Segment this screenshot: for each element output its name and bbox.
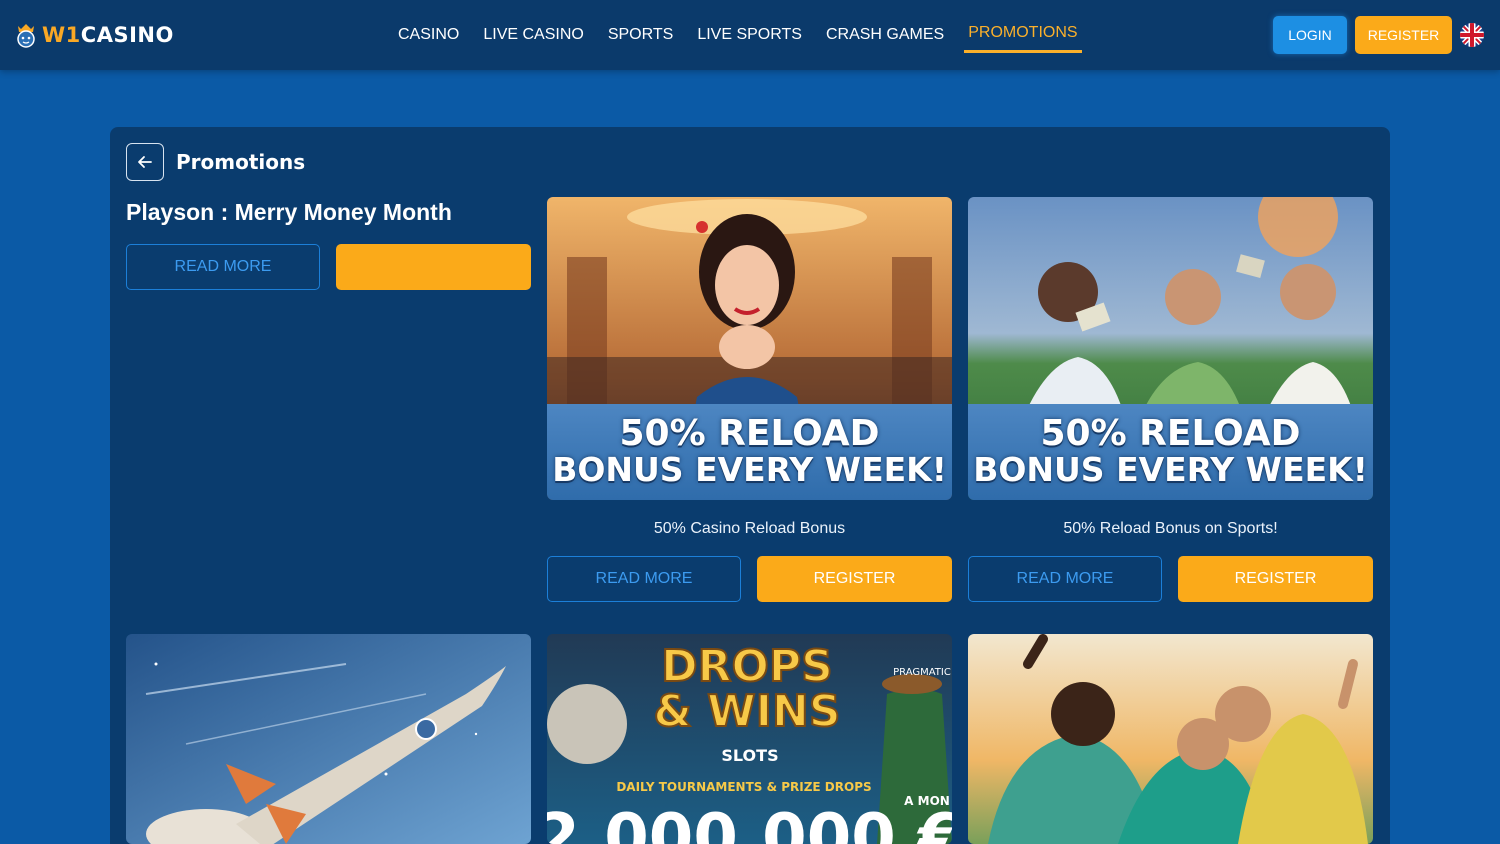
drops-wins-illustration: DROPS & WINS SLOTS DAILY TOURNAMENTS & P… <box>547 634 952 844</box>
sports-reload-read-more-button[interactable]: READ MORE <box>968 556 1162 602</box>
logo-casino: CASINO <box>80 23 174 47</box>
featured-promo-title: Playson : Merry Money Month <box>126 199 452 225</box>
site-logo[interactable]: W1CASINO <box>14 20 174 50</box>
nav-sports[interactable]: SPORTS <box>596 0 686 70</box>
logo-w1: W1 <box>42 23 81 47</box>
drops-tagline: DAILY TOURNAMENTS & PRIZE DROPS <box>616 780 871 794</box>
page-title: Promotions <box>176 150 306 174</box>
featured-register-button[interactable] <box>336 244 531 290</box>
sports-reload-caption: 50% Reload Bonus on Sports! <box>1063 520 1278 537</box>
rocket-promo-banner[interactable] <box>126 634 531 844</box>
drops-subtitle: SLOTS <box>721 746 778 765</box>
banner-text: 50% RELOAD BONUS EVERY WEEK! <box>968 404 1373 500</box>
main-nav: CASINO LIVE CASINO SPORTS LIVE SPORTS CR… <box>386 0 1090 70</box>
nav-live-sports-label: LIVE SPORTS <box>697 26 802 43</box>
drops-title-line2: & WINS <box>653 686 840 737</box>
back-button[interactable] <box>126 143 164 181</box>
drops-amount: 2,000,000 € <box>547 801 952 844</box>
drops-title-line1: DROPS <box>661 641 833 692</box>
banner-line1: 50% RELOAD <box>1040 413 1301 454</box>
banner-line1: 50% RELOAD <box>619 413 880 454</box>
casino-reload-banner[interactable]: 50% RELOAD BONUS EVERY WEEK! <box>547 197 952 500</box>
nav-live-sports[interactable]: LIVE SPORTS <box>685 0 814 70</box>
nav-crash-games[interactable]: CRASH GAMES <box>814 0 956 70</box>
nav-promotions[interactable]: PROMOTIONS <box>956 0 1089 70</box>
sports-fans-promo-banner[interactable] <box>968 634 1373 844</box>
nav-live-casino[interactable]: LIVE CASINO <box>471 0 595 70</box>
nav-promotions-label: PROMOTIONS <box>968 24 1078 41</box>
arrow-left-icon <box>138 156 152 168</box>
logo-text: W1CASINO <box>42 23 174 47</box>
banner-text: 50% RELOAD BONUS EVERY WEEK! <box>547 404 952 500</box>
nav-casino[interactable]: CASINO <box>386 0 471 70</box>
nav-casino-label: CASINO <box>398 26 460 43</box>
casino-reload-register-button[interactable]: REGISTER <box>757 556 952 602</box>
cheering-fans-illustration <box>968 634 1373 844</box>
featured-read-more-button[interactable]: READ MORE <box>126 244 320 290</box>
nav-crash-games-label: CRASH GAMES <box>825 26 945 43</box>
banner-line2: BONUS EVERY WEEK! <box>552 450 947 489</box>
drops-brand: PRAGMATIC <box>893 667 951 678</box>
promotions-panel: Promotions Playson : Merry Money Month R… <box>110 127 1390 844</box>
sports-reload-banner[interactable]: 50% RELOAD BONUS EVERY WEEK! <box>968 197 1373 500</box>
nav-sports-label: SPORTS <box>607 26 674 43</box>
drops-wins-banner[interactable]: DROPS & WINS SLOTS DAILY TOURNAMENTS & P… <box>547 634 952 844</box>
rocket-illustration <box>126 634 531 844</box>
casino-reload-caption: 50% Casino Reload Bonus <box>653 520 846 537</box>
lion-crest-icon <box>17 24 35 48</box>
casino-reload-read-more-button[interactable]: READ MORE <box>547 556 741 602</box>
sports-reload-register-button[interactable]: REGISTER <box>1178 556 1373 602</box>
uk-flag-icon[interactable] <box>1460 23 1484 47</box>
banner-line2: BONUS EVERY WEEK! <box>973 450 1368 489</box>
nav-live-casino-label: LIVE CASINO <box>483 26 584 43</box>
site-header: W1CASINO CASINO LIVE CASINO SPORTS LIVE … <box>0 0 1500 70</box>
login-button[interactable]: LOGIN <box>1273 16 1347 54</box>
register-button[interactable]: REGISTER <box>1355 16 1452 54</box>
